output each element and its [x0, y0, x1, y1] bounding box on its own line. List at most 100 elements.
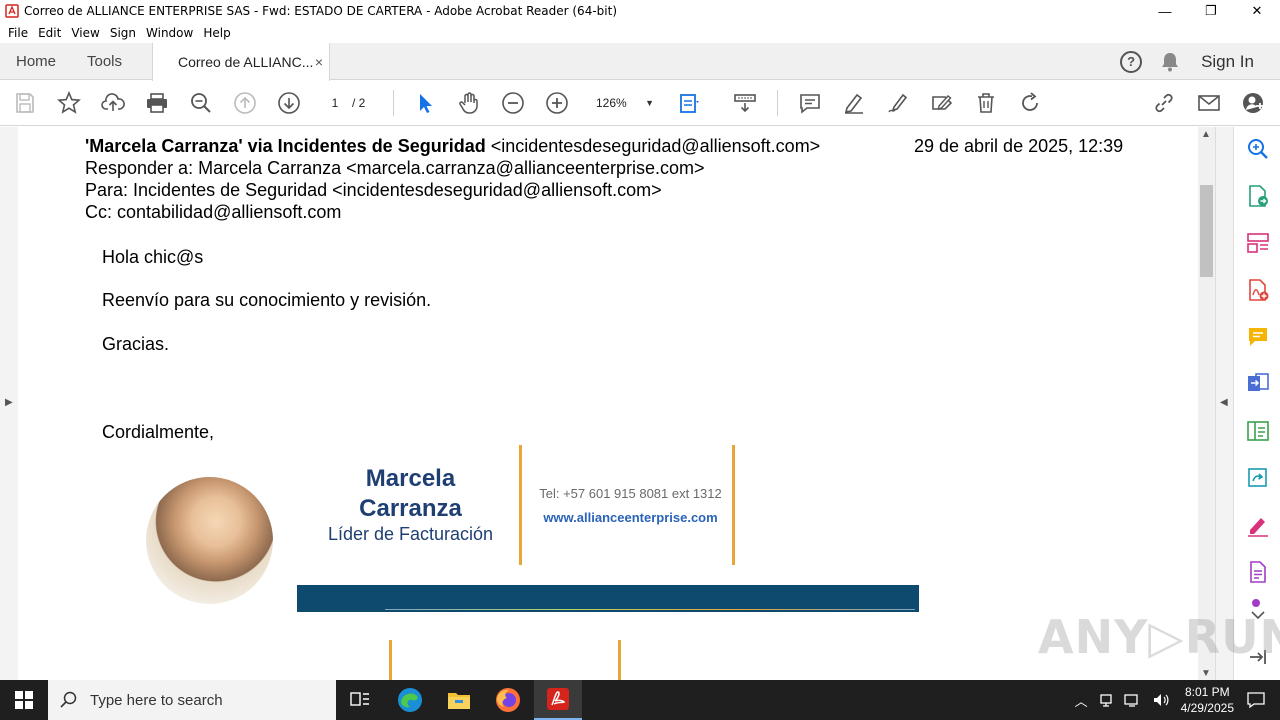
windows-logo-icon: [15, 691, 33, 709]
file-explorer-icon[interactable]: [435, 680, 483, 720]
page-fit-icon[interactable]: [677, 91, 701, 115]
zoom-out-icon[interactable]: [501, 91, 525, 115]
upload-cloud-icon[interactable]: [101, 91, 125, 115]
minimize-button[interactable]: —: [1142, 0, 1188, 22]
close-tab-icon[interactable]: ×: [315, 54, 323, 70]
scroll-up-icon[interactable]: ▲: [1201, 129, 1211, 140]
email-closing: Cordialmente,: [102, 422, 215, 442]
menu-edit[interactable]: Edit: [33, 26, 66, 40]
next-page-icon[interactable]: [277, 91, 301, 115]
signature-role: Líder de Facturación: [327, 524, 494, 544]
taskbar-clock[interactable]: 8:01 PM 4/29/2025: [1181, 684, 1234, 716]
search-placeholder: Type here to search: [90, 691, 223, 709]
signature-divider: [389, 640, 392, 680]
zoom-search-icon[interactable]: [189, 91, 213, 115]
scroll-mode-icon[interactable]: [733, 91, 757, 115]
tab-tools[interactable]: Tools: [87, 43, 122, 80]
email-thanks: Gracias.: [102, 334, 170, 354]
save-icon[interactable]: [13, 91, 37, 115]
sign-in-button[interactable]: Sign In: [1201, 52, 1254, 72]
tab-document[interactable]: Correo de ALLIANC... ×: [152, 43, 330, 81]
collapse-left-icon: ◀: [1220, 397, 1228, 408]
create-pdf-icon[interactable]: [1246, 278, 1270, 302]
volume-icon[interactable]: [1152, 692, 1170, 708]
select-cursor-icon[interactable]: [413, 91, 437, 115]
chevron-down-icon: ▼: [645, 98, 654, 108]
signature-divider: [519, 445, 522, 565]
tab-bar: Home Tools Correo de ALLIANC... × ? Sign…: [0, 43, 1280, 81]
send-for-review-icon[interactable]: [1246, 466, 1270, 490]
taskbar-search-box[interactable]: Type here to search: [48, 680, 336, 720]
signature-divider: [732, 445, 735, 565]
menu-view[interactable]: View: [66, 26, 104, 40]
signature-website-link[interactable]: www.allianceenterprise.com: [523, 510, 738, 525]
zoom-in-icon[interactable]: [545, 91, 569, 115]
previous-page-icon[interactable]: [233, 91, 257, 115]
trash-icon[interactable]: [974, 91, 998, 115]
task-view-icon[interactable]: [336, 680, 384, 720]
menu-window[interactable]: Window: [141, 26, 198, 40]
comment-tool-icon[interactable]: [1246, 325, 1270, 349]
notification-bell-icon[interactable]: [1161, 52, 1179, 72]
tab-document-label: Correo de ALLIANC...: [178, 54, 314, 70]
email-body: Reenvío para su conocimiento y revisión.: [102, 290, 432, 310]
right-panel-toggle[interactable]: ◀: [1215, 127, 1233, 680]
menu-help[interactable]: Help: [198, 26, 235, 40]
link-share-icon[interactable]: [1152, 91, 1176, 115]
scroll-thumb[interactable]: [1200, 185, 1213, 277]
comment-icon[interactable]: [798, 91, 822, 115]
signature-last-name: Carranza: [359, 495, 462, 522]
zoom-level-select[interactable]: 126% ▼: [588, 93, 658, 113]
maximize-button[interactable]: ❐: [1188, 0, 1234, 22]
menu-bar: File Edit View Sign Window Help: [0, 22, 1280, 43]
notifications-icon[interactable]: [1246, 691, 1266, 709]
toolbar-divider: [393, 90, 394, 116]
document-icon[interactable]: [1246, 560, 1270, 584]
email-icon[interactable]: [1197, 91, 1221, 115]
left-panel-toggle[interactable]: ▶: [0, 127, 18, 680]
signature-first-name: Marcela: [365, 465, 456, 492]
email-to: Para: Incidentes de Seguridad <incidente…: [85, 180, 662, 200]
bookmark-star-icon[interactable]: [57, 91, 81, 115]
main-toolbar: 1 / 2 126% ▼: [0, 81, 1280, 126]
edge-browser-icon[interactable]: [386, 680, 434, 720]
document-page: 'Marcela Carranza' via Incidentes de Seg…: [18, 127, 1198, 680]
vertical-scrollbar[interactable]: ▲ ▼: [1198, 127, 1215, 680]
email-reply-to: Responder a: Marcela Carranza <marcela.c…: [85, 158, 705, 178]
fill-sign-icon[interactable]: [1246, 513, 1270, 537]
close-window-button[interactable]: ✕: [1234, 0, 1280, 22]
email-greeting: Hola chic@s: [102, 247, 204, 267]
hand-tool-icon[interactable]: [457, 91, 481, 115]
firefox-icon[interactable]: [484, 680, 532, 720]
zoom-level-value: 126%: [596, 96, 627, 110]
chevron-up-icon[interactable]: ︿: [1075, 691, 1088, 710]
edit-pdf-icon[interactable]: [1246, 419, 1270, 443]
banner-stripe: [385, 609, 915, 610]
signature-name: Marcela Carranza: [308, 464, 513, 524]
help-icon[interactable]: ?: [1120, 50, 1143, 73]
search-tool-icon[interactable]: [1246, 137, 1270, 161]
export-pdf-icon[interactable]: [1246, 184, 1270, 208]
network-icon[interactable]: [1123, 692, 1142, 708]
network-drive-icon[interactable]: [1098, 692, 1114, 708]
acrobat-taskbar-icon[interactable]: [534, 680, 582, 720]
signature-divider: [618, 640, 621, 680]
acrobat-app-icon: [5, 4, 19, 18]
toolbar-divider: [777, 90, 778, 116]
email-from-address: <incidentesdeseguridad@alliensoft.com>: [485, 136, 821, 156]
menu-sign[interactable]: Sign: [105, 26, 141, 40]
edit-tag-icon[interactable]: [930, 91, 954, 115]
share-user-icon[interactable]: [1241, 91, 1265, 115]
combine-files-icon[interactable]: [1246, 372, 1270, 396]
menu-file[interactable]: File: [3, 26, 33, 40]
signature-phone: Tel: +57 601 915 8081 ext 1312: [539, 486, 722, 501]
rotate-icon[interactable]: [1018, 91, 1042, 115]
page-number-input[interactable]: 1: [322, 93, 348, 113]
draw-sign-icon[interactable]: [886, 91, 910, 115]
start-button[interactable]: [0, 680, 48, 720]
print-icon[interactable]: [145, 91, 169, 115]
highlight-pen-icon[interactable]: [842, 91, 866, 115]
organize-pages-icon[interactable]: [1246, 231, 1270, 255]
scroll-down-icon[interactable]: ▼: [1201, 668, 1211, 679]
tab-home[interactable]: Home: [16, 43, 56, 80]
